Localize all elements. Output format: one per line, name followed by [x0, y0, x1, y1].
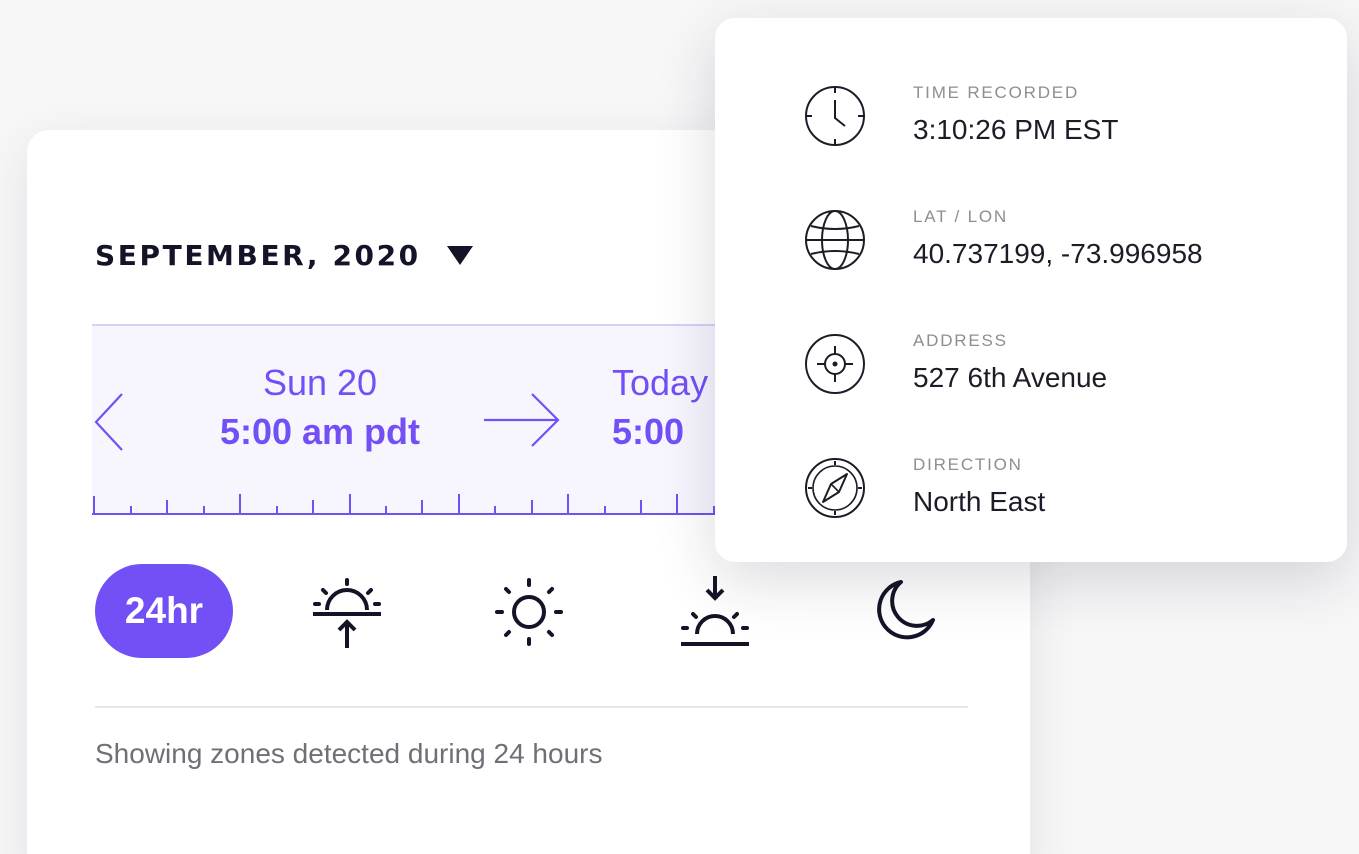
detail-value: 40.737199, -73.996958 [913, 238, 1203, 269]
capture-details-card: TIME RECORDED 3:10:26 PM EST LAT / LON 4… [715, 18, 1347, 562]
filter-24hr-button[interactable]: 24hr [95, 564, 233, 658]
time-ruler[interactable] [92, 488, 732, 518]
detail-value: 527 6th Avenue [913, 362, 1108, 393]
sunrise-icon[interactable] [309, 574, 385, 650]
month-selector[interactable]: SEPTEMBER, 2020 [95, 234, 475, 276]
status-text: Showing zones detected during 24 hours [95, 738, 603, 769]
caret-down-icon [446, 246, 473, 265]
crosshair-icon [805, 334, 865, 394]
detail-label: TIME RECORDED [913, 83, 1080, 102]
divider [95, 706, 968, 708]
detail-label: DIRECTION [913, 455, 1023, 474]
detail-label: ADDRESS [913, 331, 1008, 350]
sun-icon[interactable] [491, 574, 567, 650]
detail-label: LAT / LON [913, 207, 1008, 226]
stage: SEPTEMBER, 2020 Sun 20 5:00 am pdt Today… [0, 0, 1359, 854]
chevron-left-icon[interactable] [92, 390, 126, 454]
clock-icon [805, 86, 865, 146]
globe-icon [805, 210, 865, 270]
month-label: SEPTEMBER, 2020 [95, 238, 421, 272]
sunset-icon[interactable] [677, 574, 753, 650]
range-start-day: Sun 20 [262, 362, 378, 403]
detail-direction: DIRECTION North East [803, 454, 1323, 530]
detail-lat-lon: LAT / LON 40.737199, -73.996958 [803, 206, 1323, 282]
arrow-right-icon [484, 393, 560, 447]
detail-time-recorded: TIME RECORDED 3:10:26 PM EST [803, 82, 1323, 158]
range-start[interactable]: Sun 20 5:00 am pdt [200, 360, 440, 458]
detail-value: North East [913, 486, 1046, 517]
detail-value: 3:10:26 PM EST [913, 114, 1119, 145]
detail-address: ADDRESS 527 6th Avenue [803, 330, 1323, 406]
moon-icon[interactable] [867, 574, 943, 650]
range-start-time: 5:00 am pdt [219, 411, 421, 452]
compass-icon [805, 458, 865, 518]
